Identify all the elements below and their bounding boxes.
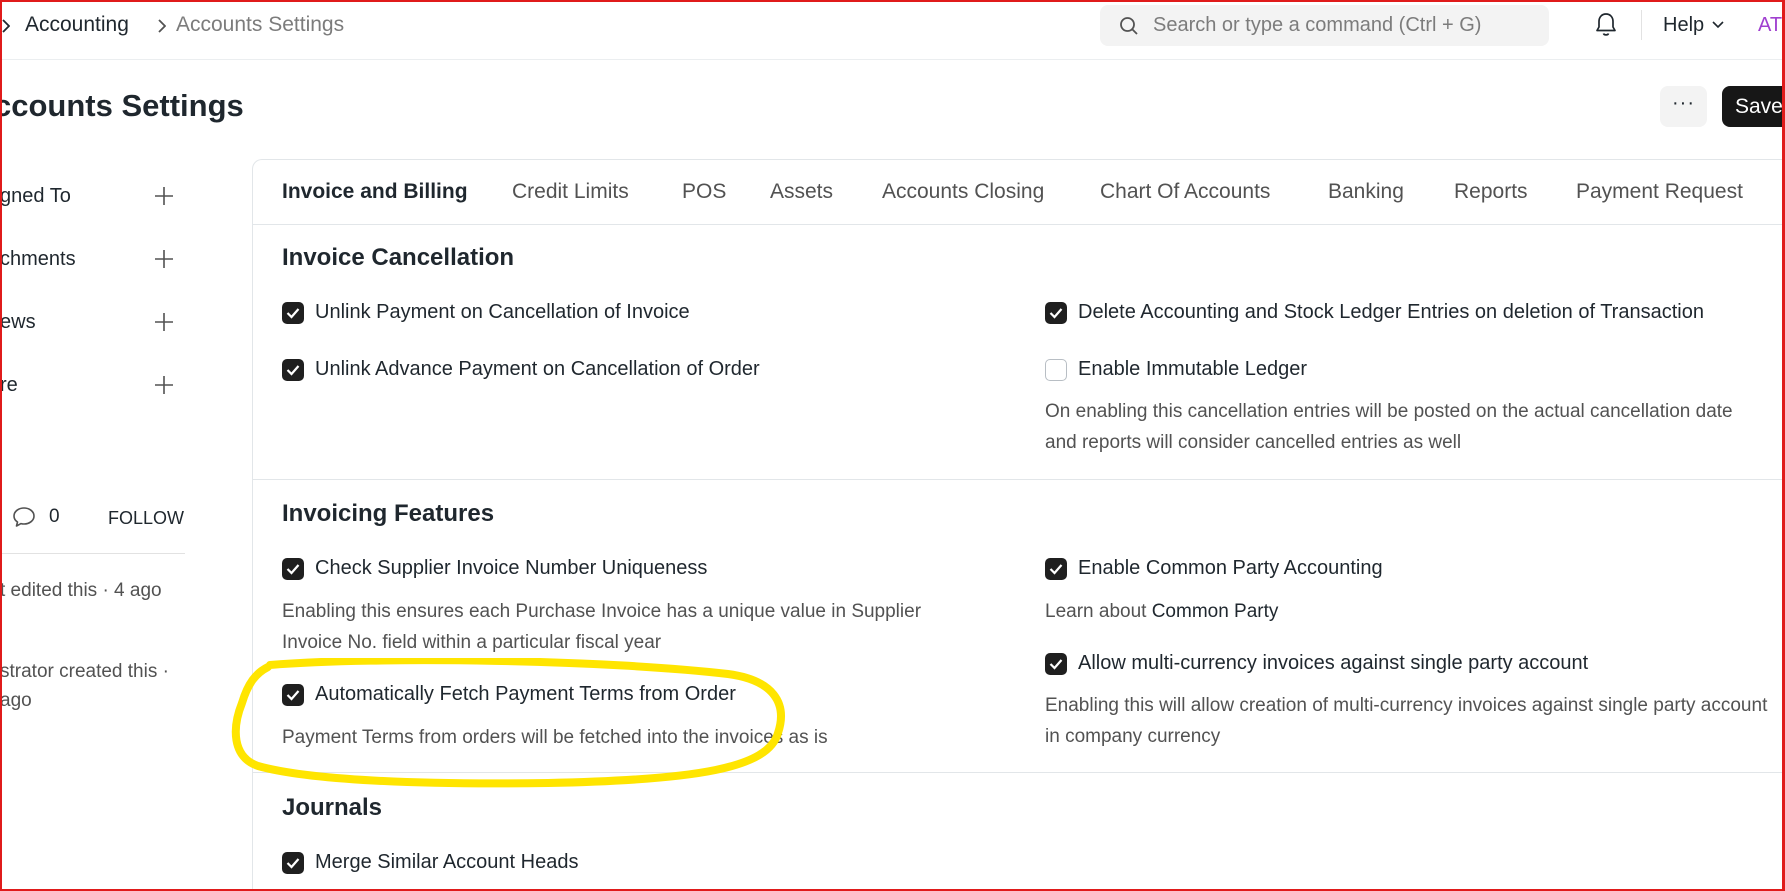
help-menu-label[interactable]: Help [1663, 14, 1704, 37]
check-icon [286, 308, 300, 319]
tab-accounts-closing[interactable]: Accounts Closing [882, 180, 1044, 204]
common-party-checkbox[interactable] [1045, 558, 1067, 580]
supplier-unique-label: Check Supplier Invoice Number Uniqueness [315, 557, 708, 579]
tab-chart-of-accounts[interactable]: Chart Of Accounts [1100, 180, 1270, 204]
immutable-ledger-checkbox[interactable] [1045, 359, 1067, 381]
multi-currency-description: Enabling this will allow creation of mul… [1045, 695, 1768, 747]
unlink-payment-checkbox[interactable] [282, 302, 304, 324]
merge-heads-label: Merge Similar Account Heads [315, 851, 579, 873]
common-party-label: Enable Common Party Accounting [1078, 557, 1383, 579]
activity-edited: t edited this · 4 ago [0, 580, 162, 601]
chevron-down-icon[interactable] [1712, 21, 1724, 29]
comment-count: 0 [49, 506, 60, 527]
avatar[interactable]: AT [1758, 14, 1782, 37]
delete-ledger-label: Delete Accounting and Stock Ledger Entri… [1078, 301, 1704, 323]
follow-button[interactable]: FOLLOW [108, 508, 184, 529]
common-party-link[interactable]: Common Party [1152, 601, 1279, 622]
section-divider [253, 479, 1783, 480]
more-actions-button[interactable]: ··· [1660, 86, 1707, 127]
add-review-icon[interactable] [153, 311, 175, 333]
search-bar[interactable] [1100, 5, 1549, 46]
sidebar-item-reviews[interactable]: ews [0, 311, 36, 334]
supplier-unique-checkbox[interactable] [282, 558, 304, 580]
sidebar-divider [0, 553, 185, 554]
tab-payment-request[interactable]: Payment Request [1576, 180, 1743, 204]
section-title-invoicing-features: Invoicing Features [282, 500, 495, 527]
unlink-advance-checkbox[interactable] [282, 359, 304, 381]
add-attachment-icon[interactable] [153, 248, 175, 270]
tab-reports[interactable]: Reports [1454, 180, 1528, 204]
more-actions-label: ··· [1672, 92, 1695, 114]
section-title-invoice-cancellation: Invoice Cancellation [282, 244, 515, 271]
delete-ledger-checkbox[interactable] [1045, 302, 1067, 324]
activity-created: strator created this · ago [0, 661, 169, 711]
navbar-divider [1641, 10, 1642, 40]
sidebar-item-share[interactable]: re [0, 374, 18, 397]
comment-icon[interactable] [12, 506, 36, 528]
check-icon [1049, 659, 1063, 670]
check-icon [1049, 308, 1063, 319]
top-navbar: Accounting Accounts Settings Help AT [0, 0, 1785, 60]
chevron-right-icon [158, 19, 166, 33]
add-assigned-to-icon[interactable] [153, 185, 175, 207]
chevron-right-icon [2, 19, 10, 33]
tab-invoice-and-billing[interactable]: Invoice and Billing [282, 180, 468, 204]
add-share-icon[interactable] [153, 374, 175, 396]
multi-currency-checkbox[interactable] [1045, 653, 1067, 675]
breadcrumb-accounting[interactable]: Accounting [25, 13, 129, 37]
tab-assets[interactable]: Assets [770, 180, 833, 204]
sidebar-item-attachments[interactable]: chments [0, 248, 76, 271]
check-icon [1049, 564, 1063, 575]
tab-bar: Invoice and Billing Credit Limits POS As… [252, 159, 1782, 225]
page-title: ccounts Settings [0, 88, 244, 123]
multi-currency-label: Allow multi-currency invoices against si… [1078, 652, 1589, 674]
tab-pos[interactable]: POS [682, 180, 726, 204]
unlink-payment-label: Unlink Payment on Cancellation of Invoic… [315, 301, 690, 323]
save-button[interactable]: Save [1722, 86, 1785, 127]
search-input[interactable] [1153, 5, 1533, 46]
section-title-journals: Journals [282, 794, 383, 821]
check-icon [286, 564, 300, 575]
check-icon [286, 365, 300, 376]
common-party-description: Learn about Common Party [1045, 596, 1278, 627]
yellow-highlight-annotation [231, 658, 785, 788]
sidebar-item-assigned-to[interactable]: gned To [0, 185, 71, 208]
tab-banking[interactable]: Banking [1328, 180, 1404, 204]
immutable-ledger-label: Enable Immutable Ledger [1078, 358, 1308, 380]
search-icon [1120, 17, 1138, 35]
immutable-ledger-description: On enabling this cancellation entries wi… [1045, 401, 1733, 453]
breadcrumb-accounts-settings[interactable]: Accounts Settings [176, 13, 344, 37]
common-party-desc-prefix: Learn about [1045, 601, 1152, 622]
unlink-advance-label: Unlink Advance Payment on Cancellation o… [315, 358, 760, 380]
merge-heads-checkbox[interactable] [282, 852, 304, 874]
check-icon [286, 858, 300, 869]
supplier-unique-description: Enabling this ensures each Purchase Invo… [282, 601, 922, 653]
notification-bell-icon[interactable] [1594, 12, 1618, 38]
tab-credit-limits[interactable]: Credit Limits [512, 180, 629, 204]
